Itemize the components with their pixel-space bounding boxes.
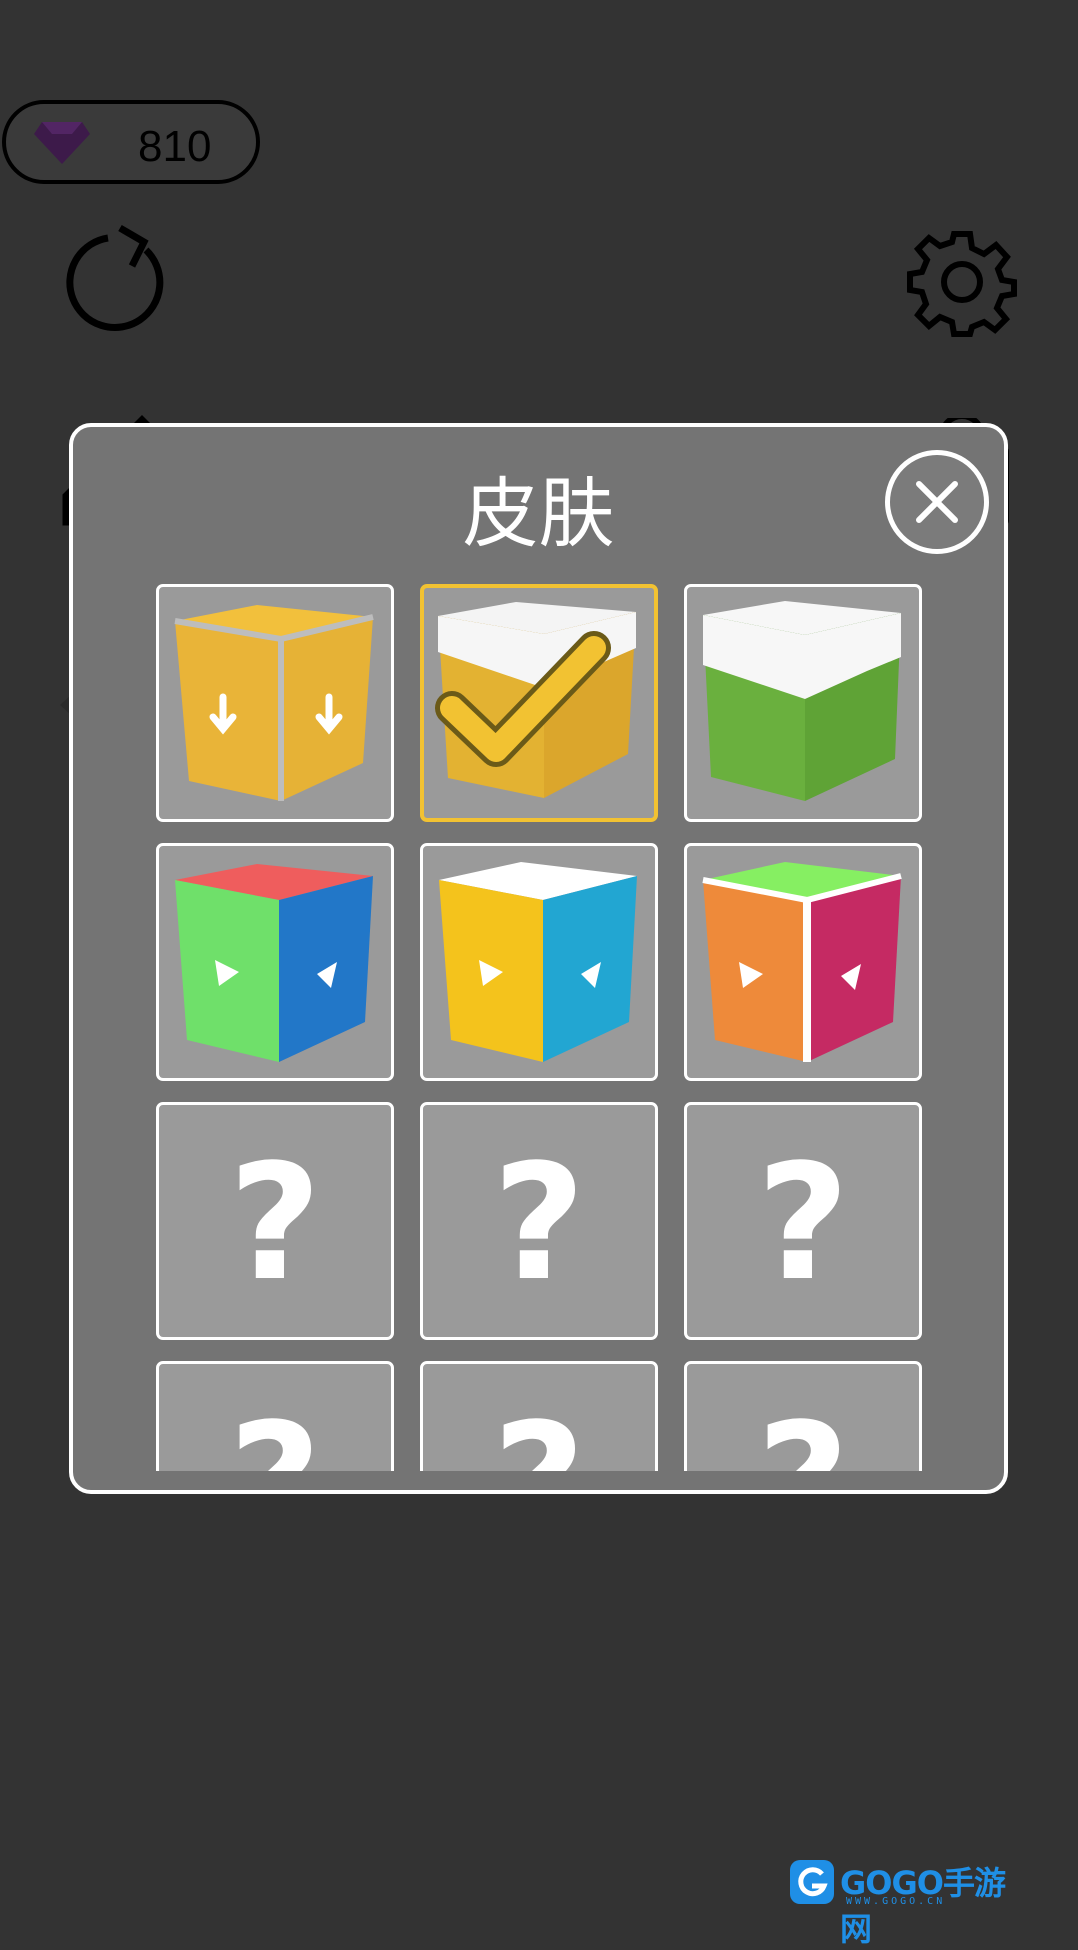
restart-icon[interactable]	[58, 222, 176, 340]
gear-icon[interactable]	[906, 226, 1018, 338]
skin-item-white-yellow-cyan[interactable]	[420, 843, 658, 1081]
question-mark-icon: ?	[492, 1129, 586, 1316]
gogo-logo-icon	[790, 1860, 834, 1904]
skin-item-yellow-arrows[interactable]	[156, 584, 394, 822]
skins-grid[interactable]: ? ? ? ? ? ?	[156, 584, 932, 1471]
skin-item-locked[interactable]: ?	[420, 1361, 658, 1471]
close-icon[interactable]	[913, 478, 961, 526]
question-mark-icon: ?	[756, 1129, 850, 1316]
skin-item-green-orange-magenta[interactable]	[684, 843, 922, 1081]
watermark-logo: GOGO手游网 WWW.GOGO.CN	[788, 1858, 1008, 1948]
gem-count: 810	[138, 122, 212, 171]
question-mark-icon: ?	[159, 1402, 391, 1472]
skin-item-locked[interactable]: ?	[684, 1361, 922, 1471]
cube-white-green-image	[703, 601, 901, 801]
cube-yellow-arrows-image	[174, 605, 374, 801]
panel-title: 皮肤	[462, 469, 615, 558]
skin-item-locked[interactable]: ?	[156, 1361, 394, 1471]
question-mark-icon: ?	[687, 1402, 919, 1472]
skin-item-white-yellow-selected[interactable]	[420, 584, 658, 822]
skin-item-red-green-blue[interactable]	[156, 843, 394, 1081]
skins-panel: 皮肤 ? ? ?	[69, 423, 1008, 1494]
skin-item-locked[interactable]: ?	[156, 1102, 394, 1340]
skin-item-locked[interactable]: ?	[684, 1102, 922, 1340]
watermark-url: WWW.GOGO.CN	[846, 1896, 946, 1907]
gem-icon	[34, 122, 90, 164]
close-button[interactable]	[885, 450, 989, 554]
skin-item-white-green[interactable]	[684, 584, 922, 822]
cube-green-orange-magenta-image	[702, 862, 902, 1062]
question-mark-icon: ?	[423, 1402, 655, 1472]
skin-item-locked[interactable]: ?	[420, 1102, 658, 1340]
cube-red-green-blue-image	[175, 864, 373, 1062]
gem-counter: 810	[2, 100, 260, 184]
cube-white-yellow-image	[435, 602, 636, 798]
question-mark-icon: ?	[228, 1129, 322, 1316]
cube-white-yellow-cyan-image	[439, 862, 637, 1062]
